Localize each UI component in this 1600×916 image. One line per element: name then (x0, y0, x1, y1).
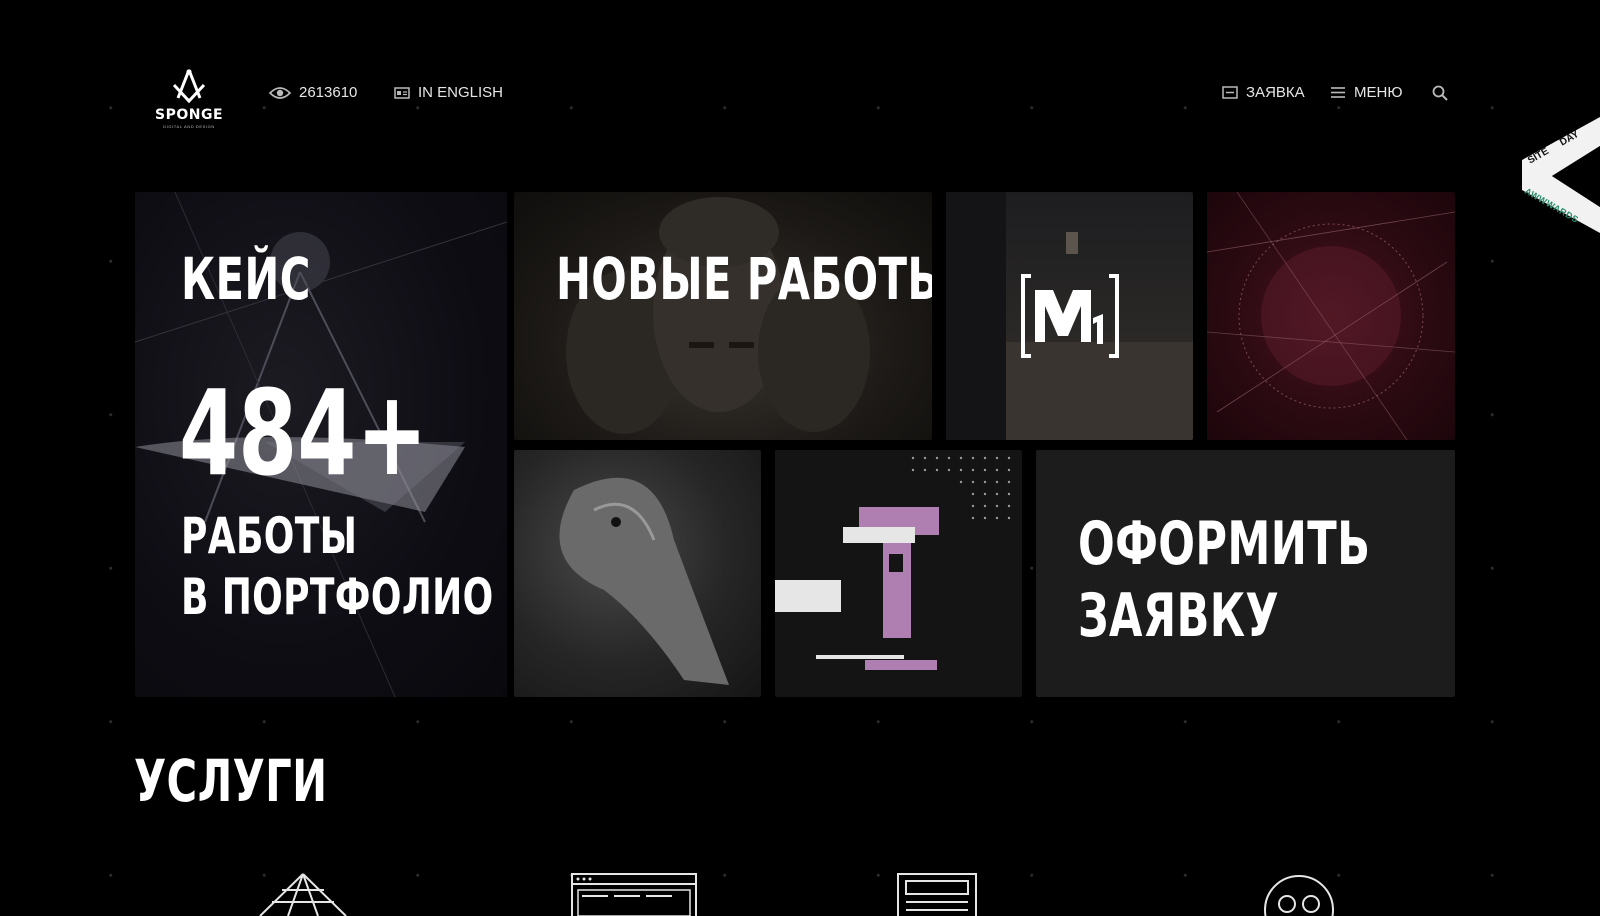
apply-request-title: ОФОРМИТЬ ЗАЯВКУ (1078, 508, 1370, 652)
apply-request-tile[interactable]: ОФОРМИТЬ ЗАЯВКУ (1036, 450, 1455, 697)
view-count-value: 2613610 (299, 84, 358, 101)
order-link[interactable]: ЗАЯВКА (1222, 84, 1305, 101)
menu-button-label: МЕНЮ (1354, 84, 1403, 101)
abstract-shapes-graphic (775, 456, 1011, 670)
search-button[interactable] (1432, 85, 1448, 106)
heads-sculpture-graphic (566, 197, 870, 434)
m1-project-tile[interactable] (946, 192, 1193, 440)
network-sphere-graphic (1207, 192, 1455, 440)
id-card-icon (394, 86, 410, 99)
menu-button[interactable]: МЕНЮ (1330, 84, 1403, 101)
view-counter: 2613610 (269, 84, 357, 101)
m1-logo (1021, 274, 1119, 358)
portfolio-caption-line2: В ПОРТФОЛИО (181, 568, 494, 626)
form-icon (1222, 86, 1238, 99)
document-layout-icon[interactable] (896, 872, 978, 916)
logo-name: SPONGE (154, 107, 224, 123)
apply-title-line1: ОФОРМИТЬ (1078, 509, 1371, 579)
new-works-title: НОВЫЕ РАБОТЫ (556, 245, 932, 313)
portfolio-count: 484+ (179, 364, 428, 502)
language-link-label: IN ENGLISH (418, 84, 504, 101)
hamburger-icon (1330, 86, 1346, 99)
portfolio-caption-line1: РАБОТЫ (181, 507, 358, 565)
case-tile-title: КЕЙС (181, 245, 311, 313)
bird-head-graphic (559, 477, 729, 685)
mascot-face-icon[interactable] (1262, 872, 1336, 916)
site-header: SPONGE DIGITAL AND DESIGN 2613610 IN ENG… (0, 0, 1600, 150)
awwwards-ribbon[interactable]: SITE DAY AWWWARDS (1512, 112, 1600, 247)
services-heading: УСЛУГИ (134, 747, 328, 815)
eye-icon (269, 86, 291, 100)
portfolio-caption: РАБОТЫ В ПОРТФОЛИО (181, 506, 494, 628)
compass-square-icon (172, 69, 206, 104)
bird-sculpture-tile[interactable] (514, 450, 761, 697)
search-icon (1432, 85, 1448, 101)
new-works-tile[interactable]: НОВЫЕ РАБОТЫ (514, 192, 932, 440)
apply-title-line2: ЗАЯВКУ (1078, 581, 1280, 651)
diamond-icon[interactable] (258, 872, 348, 916)
order-link-label: ЗАЯВКА (1246, 84, 1305, 101)
language-link[interactable]: IN ENGLISH (394, 84, 503, 101)
network-sphere-tile[interactable] (1207, 192, 1455, 440)
browser-window-icon[interactable] (570, 872, 698, 916)
case-portfolio-tile[interactable]: КЕЙС 484+ РАБОТЫ В ПОРТФОЛИО (135, 192, 507, 697)
logo-tagline: DIGITAL AND DESIGN (163, 124, 215, 129)
abstract-shapes-tile[interactable] (775, 450, 1022, 697)
sponge-logo[interactable]: SPONGE DIGITAL AND DESIGN (152, 68, 226, 136)
